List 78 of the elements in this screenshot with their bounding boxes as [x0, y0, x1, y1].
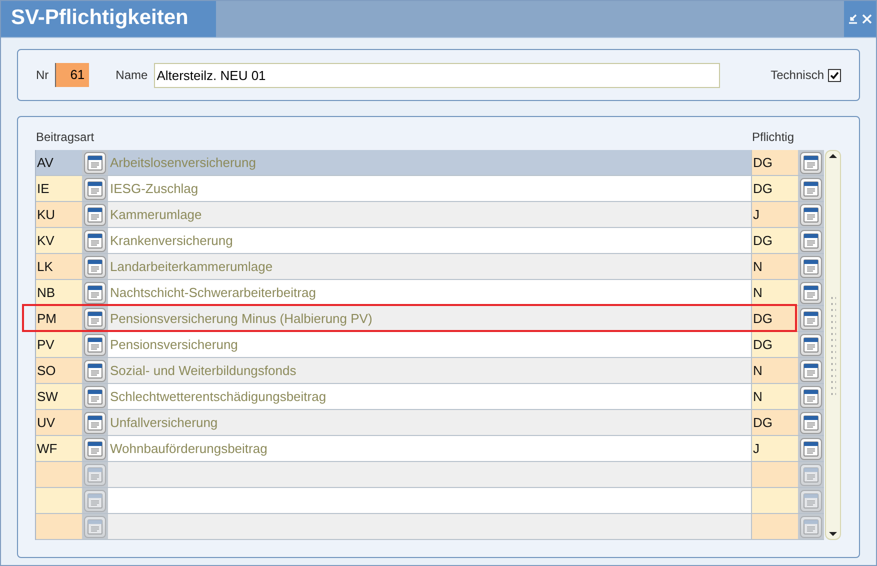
code-cell: KV: [36, 228, 82, 253]
pflichtig-cell: [752, 514, 798, 539]
close-icon[interactable]: [862, 14, 872, 24]
lookup-button[interactable]: [84, 256, 106, 278]
code-cell: SW: [36, 384, 82, 409]
code-cell: IE: [36, 176, 82, 201]
pflichtig-cell: DG: [752, 410, 798, 435]
lookup-button[interactable]: [84, 230, 106, 252]
scrollbar[interactable]: [825, 150, 841, 540]
scroll-down-icon[interactable]: [827, 529, 839, 539]
pflichtig-cell: N: [752, 384, 798, 409]
table-row[interactable]: NB Nachtschicht-Schwerarbeiterbeitrag N: [36, 280, 824, 306]
code-cell: [36, 488, 82, 513]
lookup-button[interactable]: [800, 282, 822, 304]
lookup-button[interactable]: [84, 438, 106, 460]
lookup-button[interactable]: [84, 360, 106, 382]
nr-label: Nr: [36, 68, 49, 82]
scroll-up-icon[interactable]: [827, 151, 839, 161]
pflichtig-cell: N: [752, 254, 798, 279]
pflichtig-cell: DG: [752, 228, 798, 253]
code-cell: PV: [36, 332, 82, 357]
table-row[interactable]: WF Wohnbauförderungsbeitrag J: [36, 436, 824, 462]
lookup-button[interactable]: [800, 412, 822, 434]
table-row[interactable]: UV Unfallversicherung DG: [36, 410, 824, 436]
lookup-button[interactable]: [800, 438, 822, 460]
pflichtig-cell: [752, 488, 798, 513]
lookup-button[interactable]: [84, 334, 106, 356]
pflichtig-cell: DG: [752, 150, 798, 175]
lookup-button[interactable]: [800, 386, 822, 408]
lookup-button[interactable]: [800, 360, 822, 382]
technisch-checkbox[interactable]: [828, 68, 841, 82]
lookup-button[interactable]: [84, 152, 106, 174]
code-cell: SO: [36, 358, 82, 383]
lookup-button[interactable]: [800, 204, 822, 226]
code-cell: [36, 514, 82, 539]
pflichtig-cell: [752, 462, 798, 487]
code-cell: PM: [36, 306, 82, 331]
pflichtig-cell: N: [752, 358, 798, 383]
lookup-button[interactable]: [800, 230, 822, 252]
code-cell: KU: [36, 202, 82, 227]
pflichtig-cell: DG: [752, 332, 798, 357]
lookup-button[interactable]: [84, 204, 106, 226]
pflichtig-cell: J: [752, 202, 798, 227]
pflichtig-cell: N: [752, 280, 798, 305]
column-header: Beitragsart: [36, 130, 94, 144]
code-cell: LK: [36, 254, 82, 279]
code-cell: [36, 462, 82, 487]
lookup-button[interactable]: [800, 178, 822, 200]
lookup-button[interactable]: [800, 334, 822, 356]
table-row[interactable]: SO Sozial- und Weiterbildungsfonds N: [36, 358, 824, 384]
restore-icon[interactable]: [848, 14, 858, 24]
window-title: SV-Pflichtigkeiten: [1, 1, 216, 37]
code-cell: WF: [36, 436, 82, 461]
table-row[interactable]: SW Schlechtwetterentschädigungsbeitrag N: [36, 384, 824, 410]
pflichtig-cell: DG: [752, 176, 798, 201]
lookup-button[interactable]: [800, 152, 822, 174]
technisch-label: Technisch: [770, 68, 824, 82]
table-row[interactable]: IE IESG-Zuschlag DG: [36, 176, 824, 202]
name-field[interactable]: Altersteilz. NEU 01: [154, 62, 720, 88]
pflichtig-cell: DG: [752, 306, 798, 331]
table-row[interactable]: KU Kammerumlage J: [36, 202, 824, 228]
lookup-button[interactable]: [84, 178, 106, 200]
code-cell: NB: [36, 280, 82, 305]
column-header: Pflichtig: [752, 130, 794, 144]
nr-field[interactable]: 61: [54, 63, 89, 87]
lookup-button[interactable]: [84, 308, 106, 330]
table-row[interactable]: AV Arbeitslosenversicherung DG: [36, 150, 824, 176]
lookup-button[interactable]: [800, 308, 822, 330]
code-cell: UV: [36, 410, 82, 435]
name-label: Name: [116, 68, 148, 82]
lookup-button[interactable]: [84, 386, 106, 408]
table-row[interactable]: PV Pensionsversicherung DG: [36, 332, 824, 358]
lookup-button[interactable]: [800, 256, 822, 278]
table-row[interactable]: LK Landarbeiterkammerumlage N: [36, 254, 824, 280]
table-row[interactable]: KV Krankenversicherung DG: [36, 228, 824, 254]
pflichtig-cell: J: [752, 436, 798, 461]
lookup-button[interactable]: [84, 282, 106, 304]
lookup-button[interactable]: [84, 412, 106, 434]
